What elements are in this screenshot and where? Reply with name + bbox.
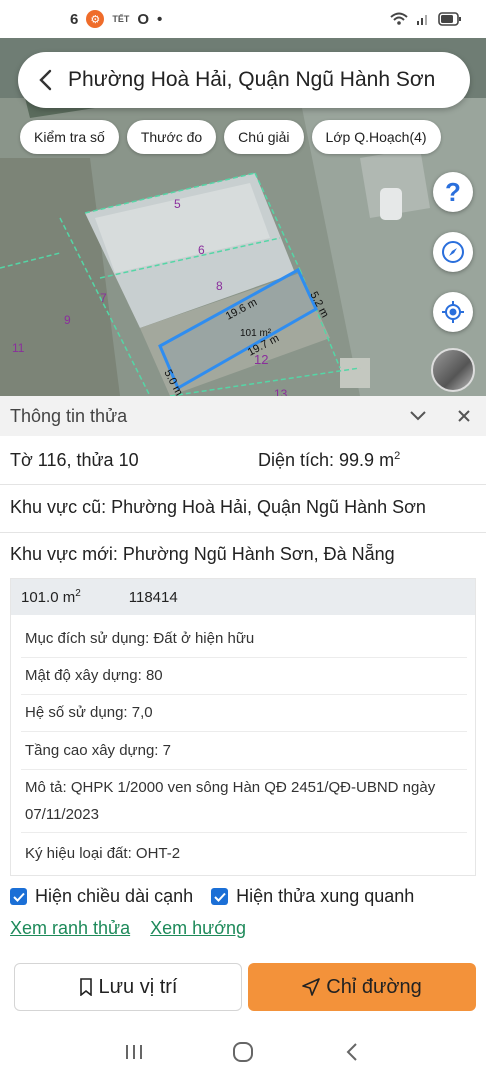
compass-icon: [442, 241, 464, 263]
planning-info-card: 101.0 m2 118414 Mục đích sử dụng: Đất ở …: [10, 578, 476, 876]
compass-button[interactable]: [433, 232, 473, 272]
view-direction-link[interactable]: Xem hướng: [150, 918, 246, 939]
panel-title: Thông tin thửa: [10, 405, 128, 426]
directions-button[interactable]: Chỉ đường: [248, 963, 476, 1011]
close-icon: [458, 410, 470, 422]
area-label: Diện tích: 99.9 m: [258, 450, 395, 470]
chevron-down-icon: [410, 411, 426, 421]
land-use-purpose: Mục đích sử dụng: Đất ở hiện hữu: [25, 630, 255, 647]
display-options: Hiện chiều dài cạnh Hiện thửa xung quanh: [10, 886, 432, 907]
old-area: Khu vực cũ: Phường Hoà Hải, Quận Ngũ Hàn…: [10, 497, 426, 517]
card-area: 101.0 m2: [21, 588, 81, 606]
parcel-label-7: 7: [100, 291, 107, 305]
back-arrow-icon: [346, 1043, 357, 1061]
view-links: Xem ranh thửa Xem hướng: [10, 918, 246, 939]
chip-planning-layers[interactable]: Lớp Q.Hoạch(4): [311, 120, 441, 154]
show-edges-option[interactable]: Hiện chiều dài cạnh: [10, 886, 193, 907]
divider: [21, 769, 467, 770]
battery-icon: [438, 12, 461, 26]
divider: [0, 532, 486, 533]
parcel-label-6: 6: [198, 243, 205, 257]
chip-legend[interactable]: Chú giải: [224, 120, 304, 154]
land-type-code: Ký hiệu loại đất: OHT-2: [25, 845, 181, 862]
parcel-area-label: 101 m²: [240, 328, 272, 339]
signal-icon: [417, 15, 427, 25]
divider: [21, 731, 467, 732]
save-location-label: Lưu vị trí: [98, 975, 178, 998]
save-location-button[interactable]: Lưu vị trí: [14, 963, 242, 1011]
sheet-parcel-number: Tờ 116, thửa 10: [10, 450, 139, 470]
parcel-label-13: 13: [274, 387, 288, 396]
back-nav-button[interactable]: [332, 1032, 372, 1072]
building-density: Mật độ xây dựng: 80: [25, 667, 163, 684]
map-layer-switcher[interactable]: [431, 348, 475, 392]
home-button[interactable]: [223, 1032, 263, 1072]
divider: [21, 657, 467, 658]
parcel-label-11: 11: [12, 341, 25, 355]
close-button[interactable]: [452, 404, 476, 428]
show-edges-label: Hiện chiều dài cạnh: [35, 886, 194, 906]
area-unit-sup: 2: [394, 450, 401, 462]
my-location-button[interactable]: [433, 292, 473, 332]
card-code: 118414: [128, 588, 178, 606]
land-use-coefficient: Hệ số sử dụng: 7,0: [25, 704, 153, 721]
home-icon: [232, 1042, 253, 1062]
status-right: [390, 11, 462, 27]
divider: [0, 484, 486, 485]
divider: [21, 694, 467, 695]
status-left: 6 ⚙ TẾT O •: [14, 10, 162, 28]
recent-apps-button[interactable]: [114, 1032, 154, 1072]
checkmark-icon: [12, 892, 25, 902]
parcel-label-9: 9: [64, 313, 71, 327]
parcel-label-5: 5: [174, 197, 181, 211]
new-area: Khu vực mới: Phường Ngũ Hành Sơn, Đà Nẵn…: [10, 544, 395, 564]
card-area-sup: 2: [75, 588, 81, 599]
card-area-value: 101.0 m: [21, 589, 76, 606]
header-bar: Phường Hoà Hải, Quận Ngũ Hành Sơn: [18, 52, 470, 108]
crosshair-icon: [442, 301, 464, 323]
building-height: Tầng cao xây dựng: 7: [25, 742, 171, 759]
help-button[interactable]: ?: [433, 172, 473, 212]
system-nav-bar: [0, 1024, 486, 1080]
show-edges-checkbox[interactable]: [10, 888, 27, 905]
panel-actions: [406, 404, 476, 428]
checkmark-icon: [213, 892, 226, 902]
plan-description: Mô tả: QHPK 1/2000 ven sông Hàn QĐ 2451/…: [25, 779, 436, 823]
send-arrow-icon: [302, 978, 321, 996]
parcel-label-8: 8: [216, 279, 223, 293]
question-mark-icon: ?: [445, 176, 461, 207]
show-neighbors-option[interactable]: Hiện thửa xung quanh: [211, 886, 414, 907]
show-neighbors-checkbox[interactable]: [211, 888, 229, 905]
collapse-button[interactable]: [406, 404, 430, 428]
chip-check-number[interactable]: Kiểm tra số: [20, 120, 119, 154]
wifi-icon: [390, 12, 408, 25]
status-small-label: TẾT: [112, 14, 130, 24]
directions-label: Chỉ đường: [326, 975, 422, 998]
view-boundary-link[interactable]: Xem ranh thửa: [10, 918, 130, 939]
app-notification-icon: ⚙: [86, 10, 105, 28]
status-dot: •: [157, 10, 163, 28]
status-bar: 6 ⚙ TẾT O •: [0, 0, 486, 38]
show-neighbors-label: Hiện thửa xung quanh: [236, 886, 415, 906]
chevron-left-icon: [39, 69, 52, 91]
ring-icon: O: [137, 10, 150, 28]
area-value: Diện tích: 99.9 m2: [258, 450, 400, 471]
bookmark-icon: [79, 978, 92, 996]
divider: [21, 832, 467, 833]
panel-header: Thông tin thửa: [0, 396, 486, 436]
back-button[interactable]: [22, 52, 68, 108]
status-number: 6: [70, 10, 79, 28]
page-title: Phường Hoà Hải, Quận Ngũ Hành Sơn: [68, 68, 436, 91]
chip-ruler[interactable]: Thước đo: [126, 120, 217, 154]
card-header: 101.0 m2 118414: [11, 579, 475, 615]
recent-apps-icon: [126, 1045, 143, 1059]
map-toolbar: Kiểm tra số Thước đo Chú giải Lớp Q.Hoạc…: [20, 120, 441, 154]
